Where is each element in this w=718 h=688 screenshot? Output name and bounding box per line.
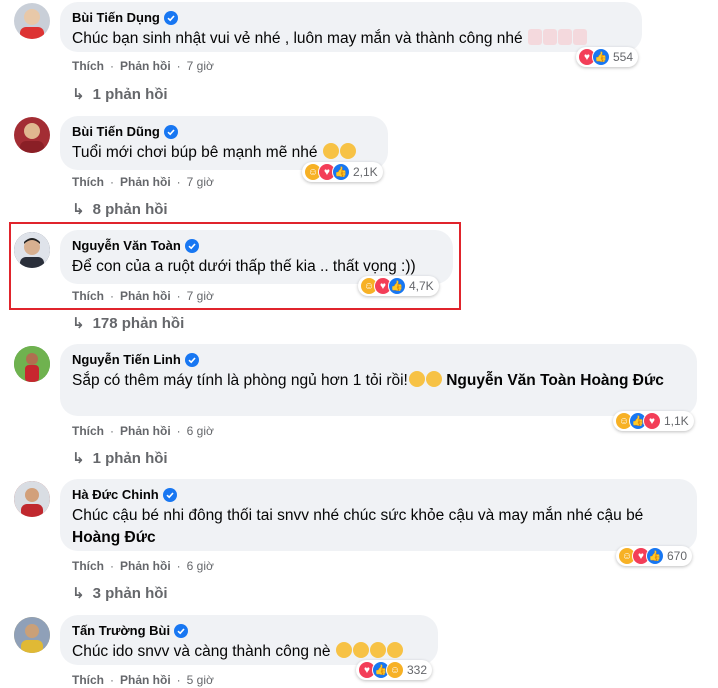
replies-count: 1 phản hồi — [92, 85, 168, 103]
comment-text: Tuổi mới chơi búp bê mạnh mẽ nhé — [72, 144, 318, 161]
rofl-emoji-icon — [425, 371, 442, 387]
timestamp[interactable]: 7 giờ — [187, 289, 214, 303]
rofl-emoji-icon — [408, 371, 425, 387]
reaction-count: 2,1K — [353, 165, 378, 179]
like-reaction-icon: 👍 — [646, 547, 664, 565]
smiley-emoji-icon — [339, 143, 356, 159]
comment-actions: Thích · Phản hồi · 7 giờ — [72, 175, 214, 189]
reply-arrow-icon: ↳ — [72, 585, 85, 602]
reaction-summary[interactable]: ♥ 👍 554 — [576, 47, 639, 67]
avatar[interactable] — [14, 232, 50, 268]
reply-arrow-icon: ↳ — [72, 315, 85, 332]
like-button[interactable]: Thích — [72, 673, 104, 687]
like-button[interactable]: Thích — [72, 559, 104, 573]
reply-arrow-icon: ↳ — [72, 86, 85, 103]
reply-button[interactable]: Phản hồi — [120, 673, 171, 687]
reaction-summary[interactable]: ♥ 👍 ☺ 332 — [356, 660, 433, 680]
mention-link[interactable]: Hoàng Đức — [72, 529, 156, 546]
verified-badge-icon — [162, 488, 177, 502]
reaction-count: 4,7K — [409, 279, 434, 293]
reply-button[interactable]: Phản hồi — [120, 424, 171, 438]
timestamp[interactable]: 6 giờ — [187, 559, 214, 573]
reply-button[interactable]: Phản hồi — [120, 289, 171, 303]
mention-link[interactable]: Nguyễn Văn Toàn Hoàng Đức — [446, 372, 664, 389]
commenter-name[interactable]: Tấn Trường Bùi — [72, 623, 170, 639]
comment-actions: Thích · Phản hồi · 7 giờ — [72, 59, 214, 73]
verified-badge-icon — [184, 239, 199, 253]
replies-count: 1 phản hồi — [92, 449, 168, 467]
avatar[interactable] — [14, 117, 50, 153]
verified-badge-icon — [163, 11, 178, 25]
view-replies-button[interactable]: ↳ 1 phản hồi — [72, 85, 168, 104]
comment-actions: Thích · Phản hồi · 5 giờ — [72, 673, 214, 687]
avatar[interactable] — [14, 617, 50, 653]
view-replies-button[interactable]: ↳ 1 phản hồi — [72, 449, 168, 468]
view-replies-button[interactable]: ↳ 178 phản hồi — [72, 314, 185, 333]
kiss-emoji-icon — [386, 642, 403, 658]
like-button[interactable]: Thích — [72, 175, 104, 189]
birthday-cake-emoji-icon — [542, 29, 557, 45]
reply-button[interactable]: Phản hồi — [120, 559, 171, 573]
comment-text: Chúc cậu bé nhi đông thối tai snvv nhé c… — [72, 507, 644, 524]
comment-actions: Thích · Phản hồi · 7 giờ — [72, 289, 214, 303]
comment-text: Chúc bạn sinh nhật vui vẻ nhé , luôn may… — [72, 30, 523, 47]
replies-count: 178 phản hồi — [92, 314, 185, 332]
reaction-summary[interactable]: ☺ ♥ 👍 4,7K — [358, 276, 439, 296]
timestamp[interactable]: 7 giờ — [187, 59, 214, 73]
comment-bubble: Bùi Tiến Dụng Chúc bạn sinh nhật vui vẻ … — [60, 2, 642, 52]
comment-actions: Thích · Phản hồi · 6 giờ — [72, 559, 214, 573]
view-replies-button[interactable]: ↳ 8 phản hồi — [72, 200, 168, 219]
birthday-cake-emoji-icon — [527, 29, 542, 45]
avatar[interactable] — [14, 481, 50, 517]
comment-text: Sắp có thêm máy tính là phòng ngủ hơn 1 … — [72, 372, 408, 389]
timestamp[interactable]: 7 giờ — [187, 175, 214, 189]
like-button[interactable]: Thích — [72, 289, 104, 303]
like-reaction-icon: 👍 — [332, 163, 350, 181]
avatar[interactable] — [14, 346, 50, 382]
verified-badge-icon — [184, 353, 199, 367]
smiley-emoji-icon — [322, 143, 339, 159]
commenter-name[interactable]: Nguyễn Tiến Linh — [72, 352, 181, 368]
comment-bubble: Nguyễn Tiến Linh Sắp có thêm máy tính là… — [60, 344, 697, 416]
reaction-count: 554 — [613, 50, 634, 64]
reaction-summary[interactable]: ☺ 👍 ♥ 1,1K — [613, 411, 694, 431]
comment-bubble: Hà Đức Chinh Chúc cậu bé nhi đông thối t… — [60, 479, 697, 551]
replies-count: 8 phản hồi — [92, 200, 168, 218]
reaction-count: 670 — [667, 549, 688, 563]
kiss-emoji-icon — [335, 642, 352, 658]
like-reaction-icon: 👍 — [592, 48, 610, 66]
reply-arrow-icon: ↳ — [72, 201, 85, 218]
verified-badge-icon — [163, 125, 178, 139]
reaction-count: 1,1K — [664, 414, 689, 428]
verified-badge-icon — [174, 624, 189, 638]
reaction-count: 332 — [407, 663, 428, 677]
birthday-cake-emoji-icon — [557, 29, 572, 45]
like-button[interactable]: Thích — [72, 424, 104, 438]
reaction-summary[interactable]: ☺ ♥ 👍 2,1K — [302, 162, 383, 182]
reply-button[interactable]: Phản hồi — [120, 175, 171, 189]
comment-actions: Thích · Phản hồi · 6 giờ — [72, 424, 214, 438]
comment-bubble: Tấn Trường Bùi Chúc ido snvv và càng thà… — [60, 615, 438, 665]
haha-reaction-icon: ☺ — [386, 661, 404, 679]
commenter-name[interactable]: Bùi Tiến Dụng — [72, 10, 160, 26]
kiss-emoji-icon — [369, 642, 386, 658]
comment-text: Để con của a ruột dưới thấp thế kia .. t… — [72, 258, 416, 275]
like-button[interactable]: Thích — [72, 59, 104, 73]
comment-text: Chúc ido snvv và càng thành công nè — [72, 643, 331, 660]
reply-arrow-icon: ↳ — [72, 450, 85, 467]
love-reaction-icon: ♥ — [643, 412, 661, 430]
birthday-cake-emoji-icon — [572, 29, 587, 45]
avatar[interactable] — [14, 3, 50, 39]
like-reaction-icon: 👍 — [388, 277, 406, 295]
timestamp[interactable]: 6 giờ — [187, 424, 214, 438]
view-replies-button[interactable]: ↳ 3 phản hồi — [72, 584, 168, 603]
reply-button[interactable]: Phản hồi — [120, 59, 171, 73]
commenter-name[interactable]: Bùi Tiến Dũng — [72, 124, 160, 140]
commenter-name[interactable]: Hà Đức Chinh — [72, 487, 159, 503]
replies-count: 3 phản hồi — [92, 584, 168, 602]
timestamp[interactable]: 5 giờ — [187, 673, 214, 687]
reaction-summary[interactable]: ☺ ♥ 👍 670 — [616, 546, 693, 566]
commenter-name[interactable]: Nguyễn Văn Toàn — [72, 238, 181, 254]
kiss-emoji-icon — [352, 642, 369, 658]
